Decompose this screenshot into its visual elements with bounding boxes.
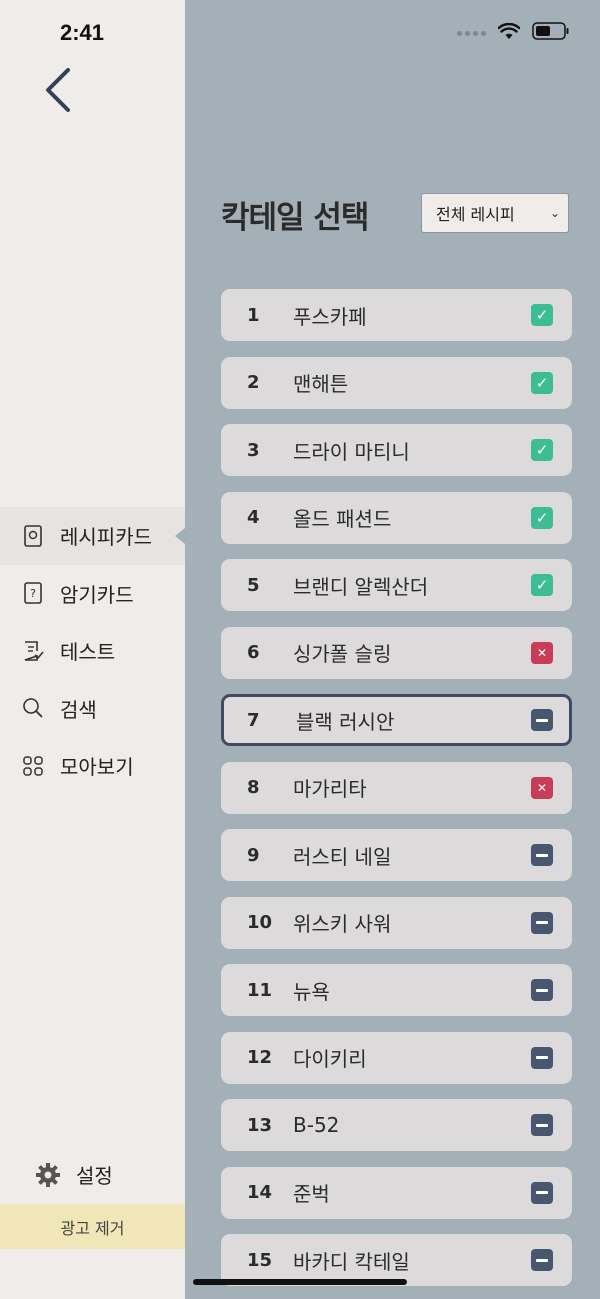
settings-button[interactable]: 설정 (34, 1160, 113, 1189)
unmarked-box-icon[interactable] (531, 844, 553, 866)
unmarked-box-icon[interactable] (531, 1114, 553, 1136)
unmarked-box-icon[interactable] (531, 979, 553, 1001)
failed-box-icon[interactable]: ✕ (531, 776, 553, 799)
active-indicator-arrow (175, 527, 185, 544)
sidebar: 2:41 레시피카드 ? 암기카드 테스트 검색 모아보기 설정 광고 제거 (0, 0, 185, 1299)
remove-ads-button[interactable]: 광고 제거 (0, 1204, 185, 1249)
cocktail-row[interactable]: 14 준벅 (221, 1166, 572, 1219)
unmarked-box-icon[interactable] (531, 1046, 553, 1069)
cocktail-row[interactable]: 5 브랜디 알렉산더 ✓ (221, 559, 572, 611)
cocktail-number: 14 (247, 1182, 273, 1203)
cocktail-row[interactable]: 4 올드 패션드 ✓ (221, 491, 572, 544)
cocktail-number: 4 (247, 507, 260, 528)
sidebar-item-collection[interactable]: 모아보기 (0, 737, 185, 795)
cocktail-row[interactable]: 3 드라이 마티니 ✓ (221, 424, 572, 476)
cocktail-number: 5 (247, 574, 260, 596)
status-time: 2:41 (60, 20, 105, 45)
grid-icon (22, 755, 44, 777)
recipe-card-icon (22, 524, 44, 547)
page-title: 칵테일 선택 (221, 200, 369, 236)
cocktail-row[interactable]: 10 위스키 사워 (221, 896, 572, 949)
checked-box-icon[interactable]: ✓ (531, 574, 553, 596)
cocktail-row[interactable]: 13 B-52 (221, 1099, 572, 1151)
wifi-icon (497, 22, 521, 44)
sidebar-item-memory-card[interactable]: ? 암기카드 (0, 565, 185, 623)
checked-box-icon[interactable]: ✓ (531, 371, 553, 394)
cocktail-list: 1 푸스카페 ✓ 2 맨해튼 ✓ 3 드라이 마티니 ✓ 4 올드 패션드 ✓ 5 브랜디 알렉산더 ✓ 6 싱… (221, 289, 572, 1299)
cocktail-number: 12 (247, 1047, 273, 1068)
cocktail-number: 11 (247, 979, 273, 1001)
test-icon (22, 640, 44, 662)
failed-box-icon[interactable]: ✕ (531, 641, 553, 664)
cocktail-row[interactable]: 1 푸스카페 ✓ (221, 289, 572, 341)
cocktail-row[interactable]: 12 다이키리 (221, 1031, 572, 1084)
unmarked-box-icon[interactable] (531, 1181, 553, 1204)
sidebar-item-recipe-card[interactable]: 레시피카드 (0, 507, 185, 565)
battery-icon (532, 22, 570, 44)
question-card-icon: ? (22, 582, 44, 605)
cocktail-number: 2 (247, 372, 260, 393)
cocktail-number: 15 (247, 1249, 273, 1271)
sidebar-item-label: 검색 (60, 697, 97, 722)
cocktail-row[interactable]: 9 러스티 네일 (221, 829, 572, 881)
cocktail-row[interactable]: 2 맨해튼 ✓ (221, 356, 572, 409)
recipe-filter-select[interactable]: 전체 레시피 ⌄ (421, 193, 569, 233)
cocktail-number: 9 (247, 844, 260, 866)
chevron-down-icon: ⌄ (549, 206, 560, 220)
cocktail-row[interactable]: 7 블랙 러시안 (221, 694, 572, 746)
sidebar-item-label: 모아보기 (60, 755, 134, 780)
sidebar-item-label: 레시피카드 (60, 525, 152, 550)
search-icon (22, 697, 44, 719)
cocktail-number: 1 (247, 304, 260, 326)
unmarked-box-icon[interactable] (531, 911, 553, 934)
sidebar-nav: 레시피카드 ? 암기카드 테스트 검색 모아보기 (0, 507, 185, 795)
sidebar-item-test[interactable]: 테스트 (0, 622, 185, 680)
cocktail-number: 10 (247, 912, 273, 933)
home-indicator[interactable] (193, 1279, 407, 1285)
recipe-filter-value: 전체 레시피 (436, 205, 515, 224)
status-indicators (457, 22, 570, 44)
unmarked-box-icon[interactable] (531, 1249, 553, 1271)
checked-box-icon[interactable]: ✓ (531, 506, 553, 529)
unmarked-box-icon[interactable] (531, 709, 553, 731)
cocktail-row[interactable]: 11 뉴욕 (221, 964, 572, 1016)
checked-box-icon[interactable]: ✓ (531, 439, 553, 461)
cocktail-number: 6 (247, 642, 260, 663)
checked-box-icon[interactable]: ✓ (531, 304, 553, 326)
cellular-signal-icon (457, 30, 486, 36)
cocktail-row[interactable]: 6 싱가폴 슬링 ✕ (221, 626, 572, 679)
svg-text:?: ? (30, 587, 36, 600)
cocktail-number: 8 (247, 777, 260, 798)
gear-icon (34, 1161, 62, 1189)
sidebar-item-search[interactable]: 검색 (0, 680, 185, 738)
sidebar-item-label: 암기카드 (60, 582, 134, 607)
cocktail-row[interactable]: 8 마가리타 ✕ (221, 761, 572, 814)
cocktail-number: 13 (247, 1114, 273, 1136)
back-chevron-icon[interactable] (40, 66, 76, 114)
cocktail-number: 7 (247, 709, 260, 731)
sidebar-item-label: 테스트 (60, 640, 116, 665)
cocktail-name: 블랙 러시안 (296, 709, 395, 734)
cocktail-number: 3 (247, 439, 260, 461)
settings-label: 설정 (76, 1164, 113, 1188)
